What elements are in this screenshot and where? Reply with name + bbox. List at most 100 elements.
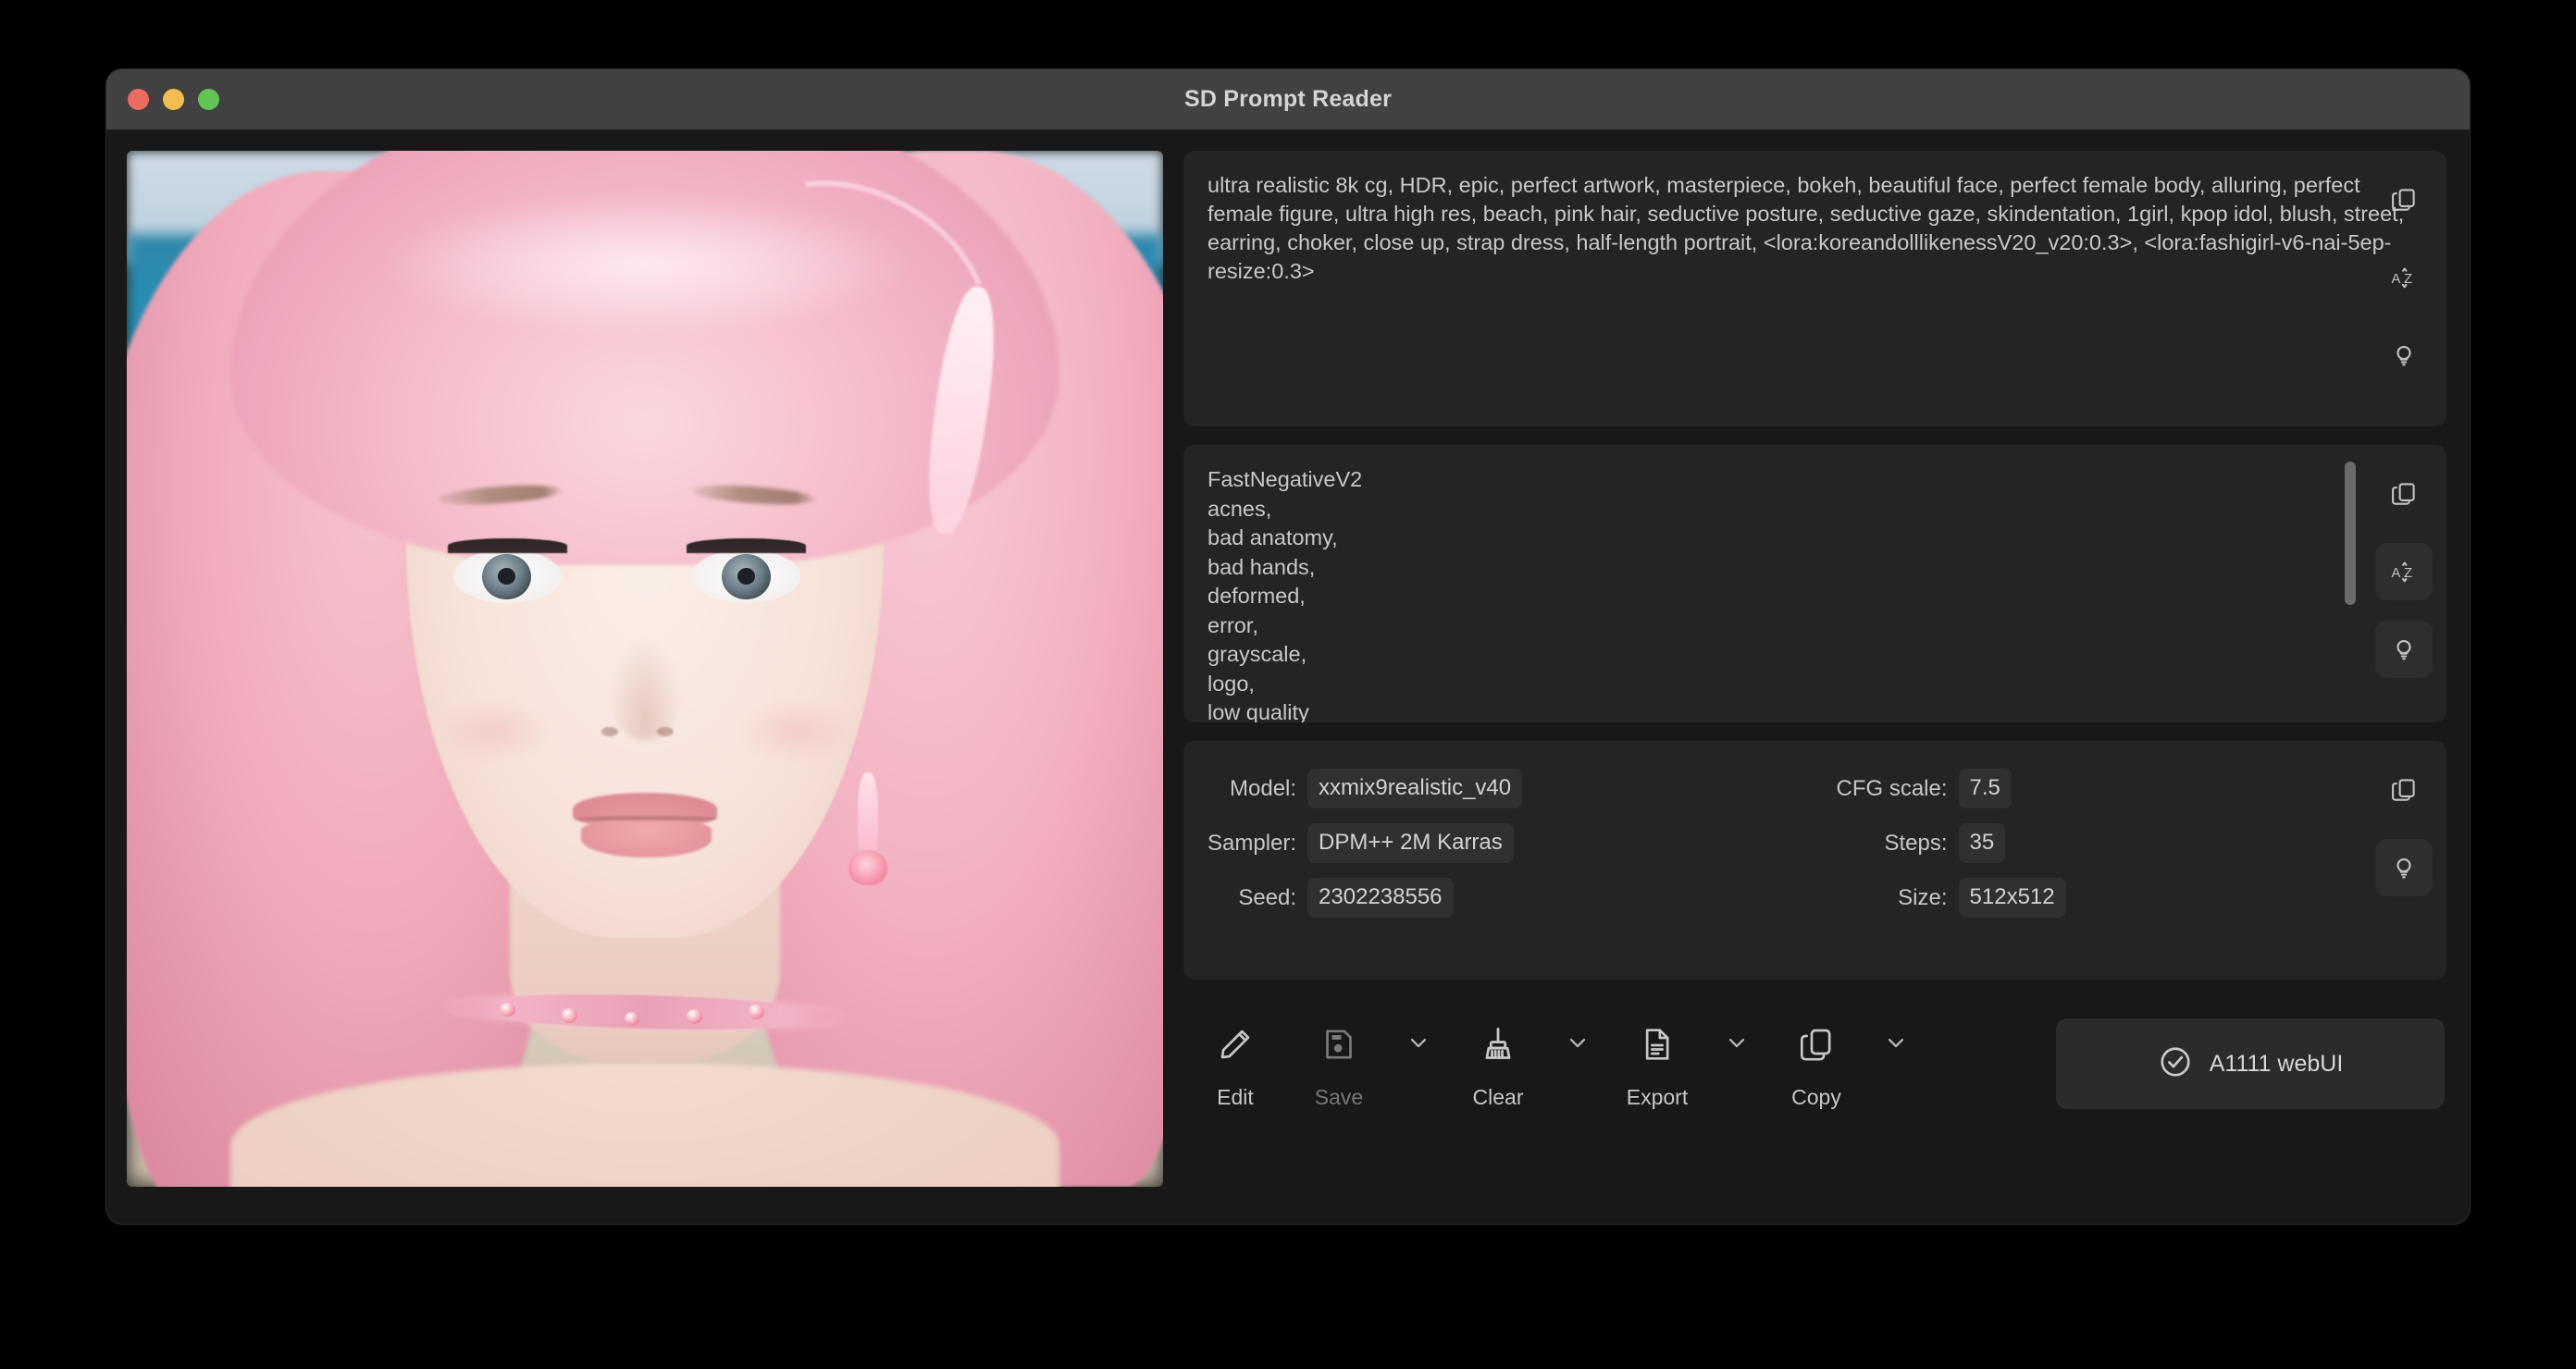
choker-gem — [500, 1003, 515, 1018]
seed-label: Seed: — [1208, 885, 1307, 911]
choker-gem — [687, 1009, 702, 1024]
subject-nostril-left — [601, 727, 618, 736]
edit-label: Edit — [1217, 1085, 1254, 1110]
toolbar-group-copy: Copy — [1765, 1015, 1924, 1110]
lightbulb-icon — [2390, 635, 2418, 663]
parameters-area: Model: xxmix9realistic_v40 CFG scale: 7.… — [1183, 741, 2446, 936]
sort-prompt-button[interactable]: A Z — [2375, 249, 2433, 306]
pencil-icon — [1217, 1022, 1254, 1067]
chevron-down-icon — [1724, 1030, 1750, 1060]
model-label: Model: — [1208, 776, 1307, 802]
scrollbar-thumb[interactable] — [2345, 462, 2356, 605]
subject-blush-left — [438, 700, 551, 762]
lightbulb-icon — [2390, 854, 2418, 882]
generated-image — [127, 151, 1163, 1187]
toolbar-group-save: Save — [1287, 1015, 1446, 1110]
sampler-value[interactable]: DPM++ 2M Karras — [1307, 823, 1514, 863]
subject-eyelash-left — [448, 538, 567, 553]
close-window-button[interactable] — [128, 89, 149, 110]
save-dropdown-button[interactable] — [1391, 1022, 1446, 1067]
prompt-text-area[interactable]: ultra realistic 8k cg, HDR, epic, perfec… — [1183, 151, 2446, 302]
subject-pupil-right — [737, 568, 755, 585]
parameters-action-rail — [2361, 741, 2446, 980]
export-label: Export — [1627, 1085, 1688, 1110]
subject-lower-lip — [581, 820, 712, 857]
details-column: ultra realistic 8k cg, HDR, epic, perfec… — [1183, 151, 2446, 1201]
toolbar-group-clear: Clear — [1446, 1015, 1605, 1110]
action-toolbar: Edit Save — [1183, 998, 2446, 1201]
copy-button[interactable]: Copy — [1765, 1015, 1868, 1110]
negative-prompt-panel: FastNegativeV2 acnes, bad anatomy, bad h… — [1183, 445, 2446, 722]
subject-nose — [609, 637, 681, 741]
toolbar-group-export: Export — [1605, 1015, 1765, 1110]
title-bar[interactable]: SD Prompt Reader — [106, 69, 2470, 130]
cfg-scale-value[interactable]: 7.5 — [1959, 769, 2012, 808]
document-icon — [1639, 1022, 1676, 1067]
negative-action-rail: A Z — [2361, 445, 2446, 722]
check-circle-icon — [2158, 1044, 2193, 1084]
highlight-params-button[interactable] — [2375, 839, 2433, 896]
status-label: A1111 webUI — [2210, 1051, 2344, 1078]
negative-prompt-scrollbar[interactable] — [2345, 458, 2356, 709]
edit-button[interactable]: Edit — [1183, 1015, 1287, 1110]
save-icon — [1320, 1022, 1357, 1067]
copy-icon — [1798, 1022, 1835, 1067]
prompt-panel: ultra realistic 8k cg, HDR, epic, perfec… — [1183, 151, 2446, 426]
sort-az-icon: A Z — [2389, 263, 2419, 292]
prompt-text: ultra realistic 8k cg, HDR, epic, perfec… — [1208, 171, 2422, 286]
copy-icon — [2390, 480, 2418, 508]
subject-earring-flower — [848, 850, 888, 885]
clear-button[interactable]: Clear — [1446, 1015, 1550, 1110]
parameters-grid: Model: xxmix9realistic_v40 CFG scale: 7.… — [1208, 769, 2422, 918]
maximize-window-button[interactable] — [198, 89, 219, 110]
image-preview-pane[interactable] — [127, 151, 1163, 1187]
negative-prompt-text-area[interactable]: FastNegativeV2 acnes, bad anatomy, bad h… — [1183, 445, 2446, 722]
status-badge[interactable]: A1111 webUI — [2056, 1018, 2445, 1109]
window-body: ultra realistic 8k cg, HDR, epic, perfec… — [106, 130, 2470, 1224]
subject-nostril-right — [657, 727, 674, 736]
highlight-negative-button[interactable] — [2375, 621, 2433, 678]
copy-icon — [2390, 776, 2418, 804]
copy-dropdown-button[interactable] — [1868, 1022, 1924, 1067]
copy-params-button[interactable] — [2375, 761, 2433, 819]
application-window: SD Prompt Reader — [105, 68, 2471, 1225]
window-title: SD Prompt Reader — [106, 86, 2470, 113]
chevron-down-icon — [1883, 1030, 1909, 1060]
chevron-down-icon — [1406, 1030, 1431, 1060]
export-dropdown-button[interactable] — [1709, 1022, 1765, 1067]
chevron-down-icon — [1565, 1030, 1591, 1060]
window-controls — [128, 89, 219, 110]
sampler-label: Sampler: — [1208, 831, 1307, 857]
toolbar-group-edit: Edit — [1183, 1015, 1287, 1110]
svg-text:A: A — [2391, 566, 2400, 581]
svg-text:A: A — [2391, 272, 2400, 287]
copy-label: Copy — [1791, 1085, 1841, 1110]
subject-eyelash-right — [687, 538, 806, 553]
prompt-action-rail: A Z — [2361, 151, 2446, 426]
size-value[interactable]: 512x512 — [1959, 878, 2066, 918]
export-button[interactable]: Export — [1605, 1015, 1709, 1110]
model-value[interactable]: xxmix9realistic_v40 — [1307, 769, 1522, 808]
save-button[interactable]: Save — [1287, 1015, 1391, 1110]
clear-label: Clear — [1473, 1085, 1524, 1110]
lightbulb-icon — [2390, 341, 2418, 369]
parameters-panel: Model: xxmix9realistic_v40 CFG scale: 7.… — [1183, 741, 2446, 980]
save-label: Save — [1315, 1085, 1363, 1110]
choker-gem — [749, 1005, 764, 1019]
copy-prompt-button[interactable] — [2375, 171, 2433, 228]
highlight-prompt-button[interactable] — [2375, 327, 2433, 384]
negative-prompt-text: FastNegativeV2 acnes, bad anatomy, bad h… — [1208, 465, 2422, 722]
cfg-scale-label: CFG scale: — [1772, 776, 1959, 802]
size-label: Size: — [1772, 885, 1959, 911]
seed-value[interactable]: 2302238556 — [1307, 878, 1453, 918]
broom-icon — [1479, 1022, 1517, 1067]
subject-blush-right — [738, 700, 852, 762]
clear-dropdown-button[interactable] — [1550, 1022, 1605, 1067]
copy-negative-button[interactable] — [2375, 465, 2433, 523]
steps-label: Steps: — [1772, 831, 1959, 857]
sort-negative-button[interactable]: A Z — [2375, 543, 2433, 600]
steps-value[interactable]: 35 — [1959, 823, 2006, 863]
sort-az-icon: A Z — [2389, 557, 2419, 586]
minimize-window-button[interactable] — [163, 89, 184, 110]
copy-icon — [2390, 186, 2418, 214]
